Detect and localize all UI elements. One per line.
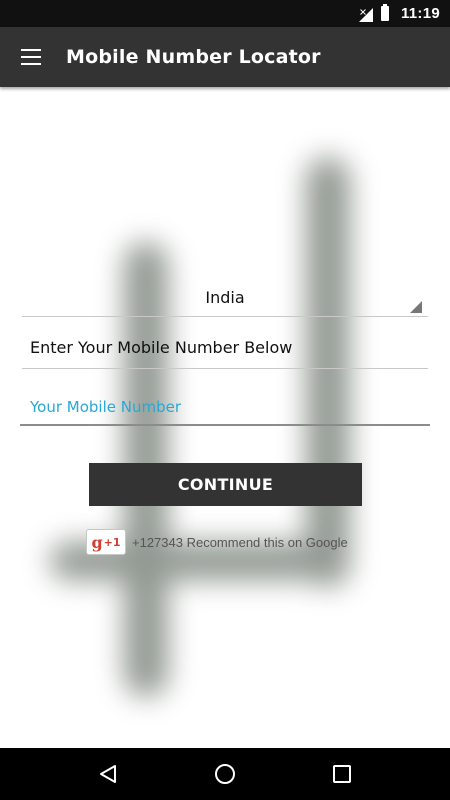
recommend-count-text: +127343 Recommend this on Google bbox=[132, 534, 348, 550]
recents-icon bbox=[332, 765, 351, 783]
status-time: 11:19 bbox=[400, 5, 440, 22]
app-bar: Mobile Number Locator bbox=[0, 27, 450, 87]
back-button[interactable] bbox=[83, 754, 133, 794]
recents-button[interactable] bbox=[317, 754, 367, 794]
main-content: India Enter Your Mobile Number Below CON… bbox=[0, 87, 450, 748]
google-plus-one-icon[interactable]: g +1 bbox=[86, 529, 126, 555]
continue-button[interactable]: CONTINUE bbox=[89, 463, 362, 506]
country-selected-value: India bbox=[205, 288, 245, 307]
signal-off-icon bbox=[358, 7, 373, 22]
hamburger-menu-icon bbox=[21, 49, 41, 65]
back-icon bbox=[100, 765, 117, 783]
status-bar: 11:19 bbox=[0, 0, 450, 27]
home-icon bbox=[214, 764, 235, 784]
navigation-bar bbox=[0, 748, 450, 800]
home-button[interactable] bbox=[200, 754, 250, 794]
battery-icon bbox=[380, 4, 389, 21]
google-plus-recommend: g +1 +127343 Recommend this on Google bbox=[86, 529, 348, 555]
app-title: Mobile Number Locator bbox=[66, 46, 321, 68]
number-prompt: Enter Your Mobile Number Below bbox=[22, 333, 428, 369]
menu-button[interactable] bbox=[0, 27, 62, 87]
mobile-number-input[interactable] bbox=[20, 390, 430, 426]
country-dropdown[interactable]: India bbox=[22, 283, 428, 317]
dropdown-arrow-icon bbox=[410, 301, 422, 313]
number-prompt-label: Enter Your Mobile Number Below bbox=[30, 338, 293, 357]
